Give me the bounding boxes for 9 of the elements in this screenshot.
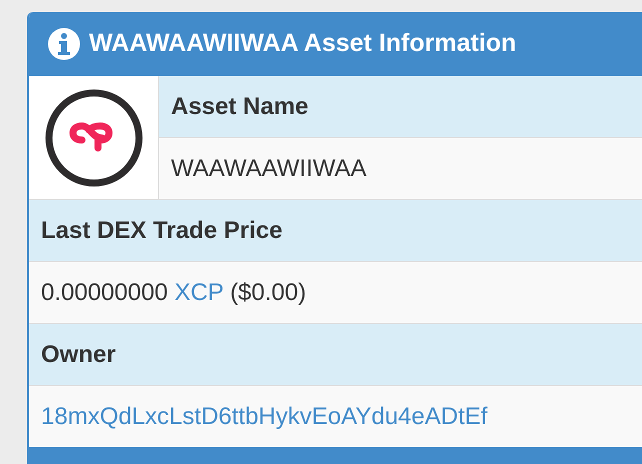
panel-title: WAAWAAWIIWAA Asset Information bbox=[89, 28, 516, 60]
asset-name-label: Asset Name bbox=[171, 92, 308, 122]
last-trade-price-value: 0.00000000 XCP ($0.00) bbox=[41, 278, 306, 308]
asset-logo-icon bbox=[44, 88, 144, 188]
currency-link[interactable]: XCP bbox=[174, 278, 224, 306]
owner-label: Owner bbox=[41, 340, 116, 370]
last-trade-price-label: Last DEX Trade Price bbox=[41, 216, 282, 246]
asset-name-value: WAAWAAWIIWAA bbox=[171, 154, 367, 184]
info-icon bbox=[47, 27, 81, 61]
